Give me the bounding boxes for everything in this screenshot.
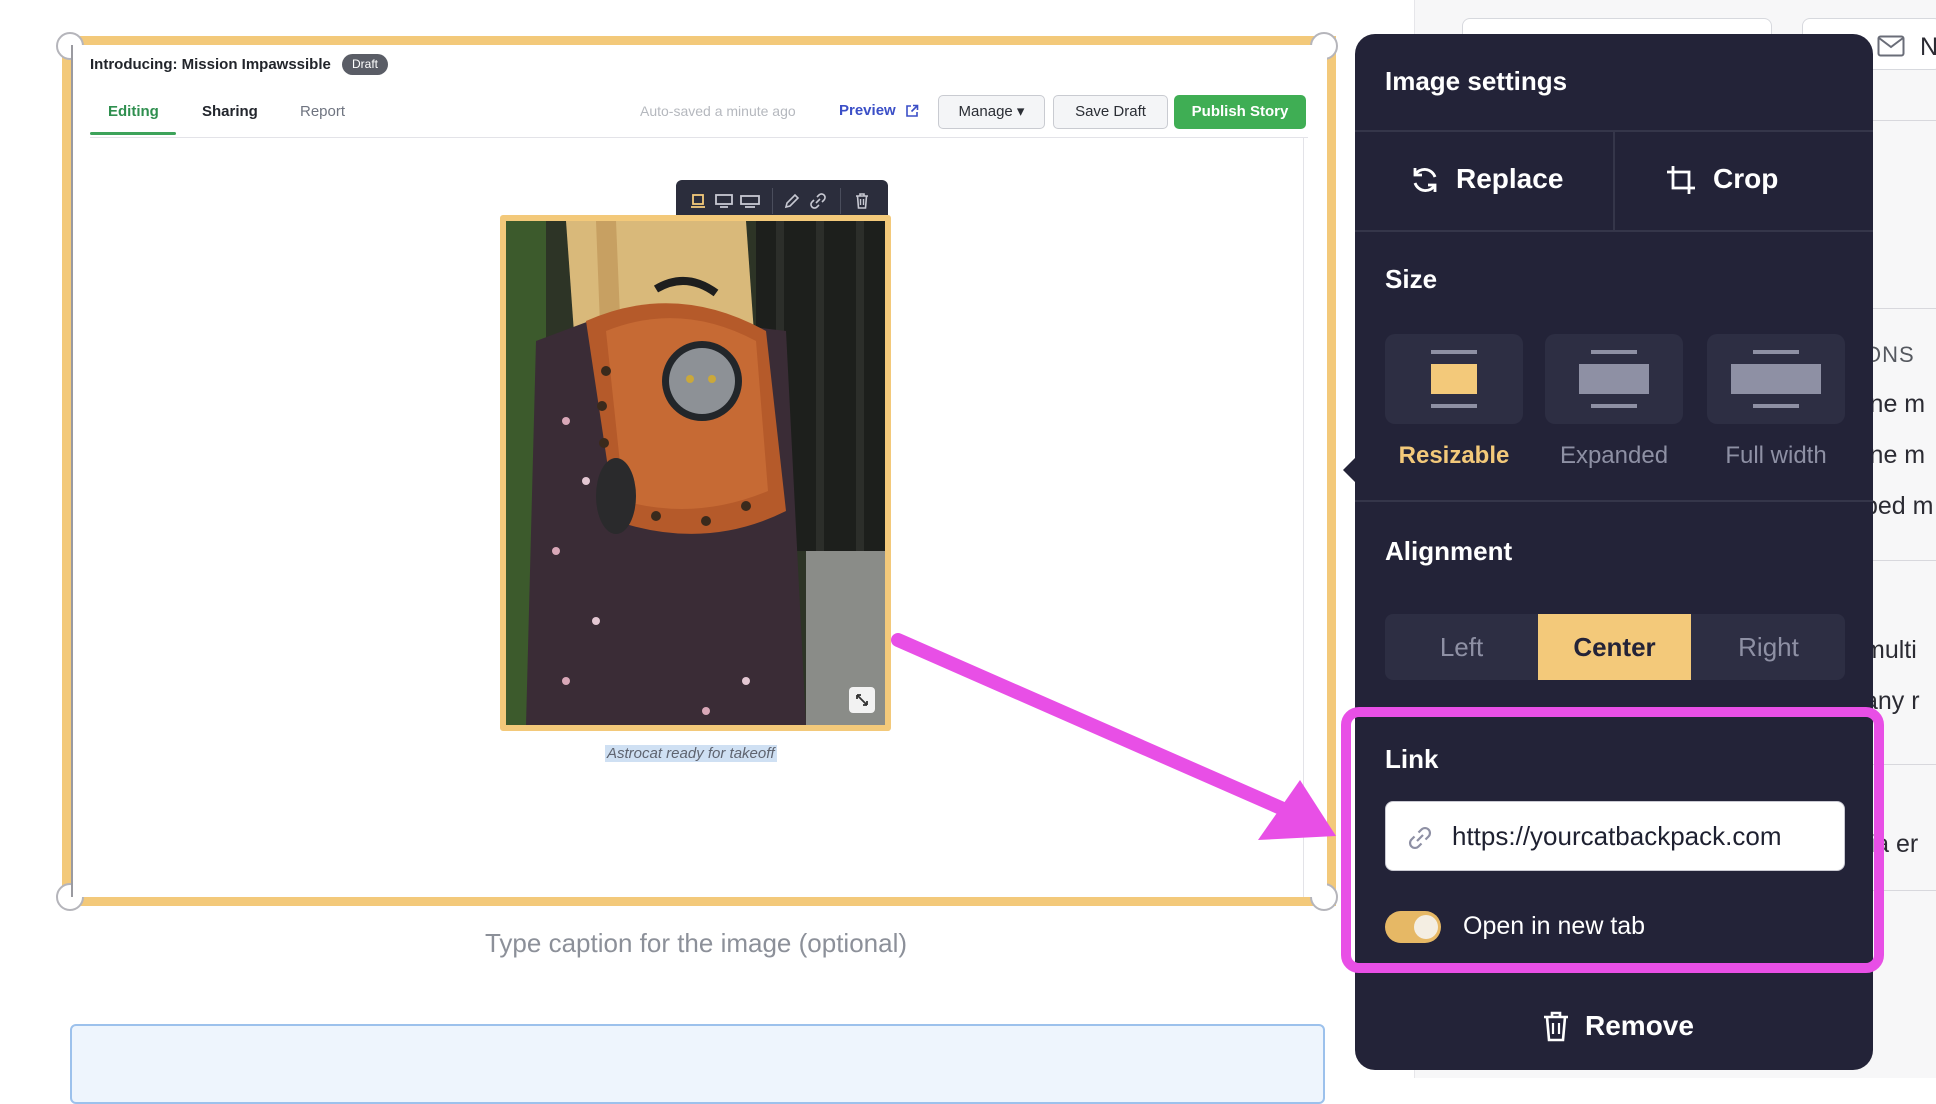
crop-icon <box>1667 166 1695 194</box>
tab-divider <box>90 137 1308 138</box>
save-draft-button[interactable]: Save Draft <box>1053 95 1168 129</box>
replace-label: Replace <box>1456 163 1564 194</box>
refresh-icon <box>1413 168 1437 192</box>
background-text: ine m <box>1864 441 1926 469</box>
publish-story-button[interactable]: Publish Story <box>1174 95 1306 129</box>
size-line <box>1431 350 1477 354</box>
align-right-button[interactable]: Right <box>1692 614 1845 680</box>
size-line <box>1431 404 1477 408</box>
background-text: N <box>1920 33 1936 61</box>
background-divider <box>1870 120 1936 121</box>
remove-button[interactable]: Remove <box>1355 994 1873 1064</box>
manage-button[interactable]: Manage ▾ <box>938 95 1045 129</box>
alignment-selector: Left Center Right <box>1385 614 1845 680</box>
crop-button[interactable]: Crop <box>1615 130 1873 230</box>
size-preview-box <box>1731 364 1821 394</box>
panel-divider <box>1355 230 1873 232</box>
background-text: ine m <box>1864 390 1926 418</box>
tab-sharing[interactable]: Sharing <box>202 103 258 120</box>
size-line <box>1591 350 1637 354</box>
background-text: ped m <box>1864 492 1934 520</box>
link-icon[interactable] <box>808 191 828 211</box>
size-preview-box <box>1579 364 1649 394</box>
mail-icon <box>1877 35 1905 57</box>
size-expanded-icon[interactable] <box>714 191 734 211</box>
image-caption[interactable]: Astrocat ready for takeoff <box>605 745 777 762</box>
expand-icon[interactable] <box>849 687 875 713</box>
cat-backpack-photo <box>506 221 885 725</box>
size-preview-box <box>1431 364 1477 394</box>
size-option-expanded[interactable] <box>1545 334 1683 424</box>
status-badge: Draft <box>342 54 389 75</box>
active-tab-indicator <box>90 132 176 135</box>
autosave-status: Auto-saved a minute ago <box>640 103 796 119</box>
background-divider <box>1870 560 1936 561</box>
size-full-width-icon[interactable] <box>740 191 760 211</box>
toolbar-separator <box>772 188 773 214</box>
preview-link[interactable]: Preview <box>839 102 896 119</box>
size-line <box>1591 404 1637 408</box>
size-line <box>1753 350 1799 354</box>
panel-title: Image settings <box>1385 66 1568 96</box>
tab-report[interactable]: Report <box>300 103 345 120</box>
next-content-block <box>70 1024 1325 1104</box>
tab-editing[interactable]: Editing <box>108 103 159 120</box>
caption-input[interactable]: Type caption for the image (optional) <box>0 928 1392 959</box>
content-border <box>1303 137 1304 897</box>
background-divider <box>1870 308 1936 309</box>
replace-button[interactable]: Replace <box>1355 130 1613 230</box>
toolbar-separator <box>840 188 841 214</box>
trash-icon[interactable] <box>852 191 872 211</box>
size-option-resizable-label: Resizable <box>1398 442 1510 469</box>
embedded-screenshot: Introducing: Mission Impawssible Draft E… <box>71 45 1327 897</box>
align-center-button[interactable]: Center <box>1538 614 1691 680</box>
panel-divider <box>1355 500 1873 502</box>
annotation-highlight-box <box>1341 707 1884 973</box>
pencil-icon[interactable] <box>782 191 802 211</box>
external-link-icon <box>906 104 919 117</box>
crop-label: Crop <box>1713 163 1779 194</box>
size-option-resizable[interactable] <box>1385 334 1523 424</box>
size-heading: Size <box>1385 264 1438 294</box>
size-option-full-width[interactable] <box>1707 334 1845 424</box>
size-option-full-width-label: Full width <box>1725 442 1827 469</box>
alignment-heading: Alignment <box>1385 536 1513 566</box>
align-left-button[interactable]: Left <box>1385 614 1538 680</box>
panel-pointer <box>1343 458 1355 482</box>
story-image[interactable] <box>500 215 891 731</box>
size-line <box>1753 404 1799 408</box>
remove-label: Remove <box>1585 1010 1694 1041</box>
trash-icon <box>1544 1011 1568 1042</box>
story-title: Introducing: Mission Impawssible <box>90 56 331 73</box>
size-option-expanded-label: Expanded <box>1559 442 1669 469</box>
size-resizable-icon[interactable] <box>688 191 708 211</box>
